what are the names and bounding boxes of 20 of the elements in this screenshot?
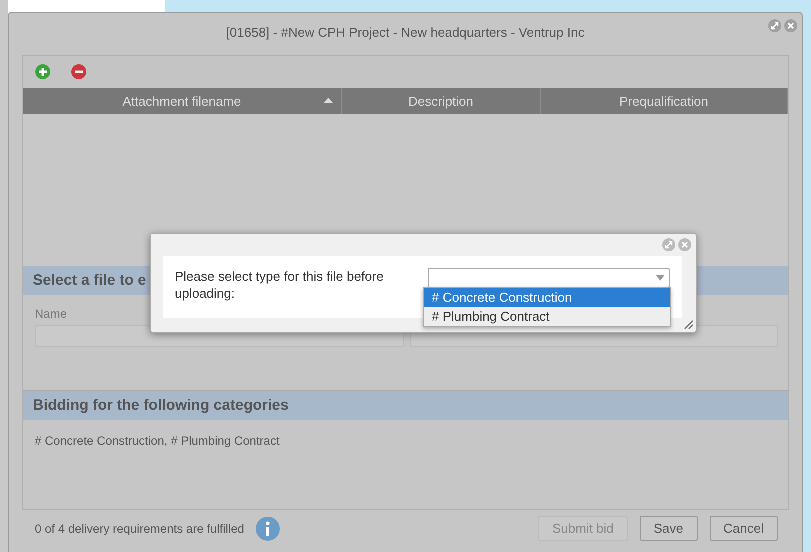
dropdown-option[interactable]: # Concrete Construction — [424, 288, 670, 307]
field-label: Name — [35, 307, 68, 323]
category-list: # Concrete Construction, # Plumbing Contract — [23, 420, 788, 490]
window-title: [01658] - #New CPH Project - New headquarters - Ventrup Inc — [226, 24, 585, 40]
footer-button[interactable]: Save — [640, 516, 698, 541]
resize-grip-icon[interactable] — [684, 320, 693, 329]
caret-icon — [656, 275, 665, 281]
section-title: Select a file to e — [33, 272, 146, 289]
maximize-icon[interactable] — [662, 238, 676, 252]
section-title: Bidding for the following categories — [33, 397, 289, 414]
footer-button[interactable]: Cancel — [710, 516, 778, 541]
close-icon[interactable] — [784, 19, 798, 33]
status-text: 0 of 4 delivery requirements are fulfilled — [35, 522, 244, 536]
dropdown-option[interactable]: # Plumbing Contract — [424, 307, 670, 326]
add-icon[interactable] — [35, 64, 51, 80]
info-icon[interactable] — [256, 516, 280, 540]
remove-icon[interactable] — [71, 64, 87, 80]
close-icon[interactable] — [678, 238, 692, 252]
prompt-text: Please select type for this file before uploading: — [175, 268, 385, 303]
maximize-icon[interactable] — [768, 19, 782, 33]
